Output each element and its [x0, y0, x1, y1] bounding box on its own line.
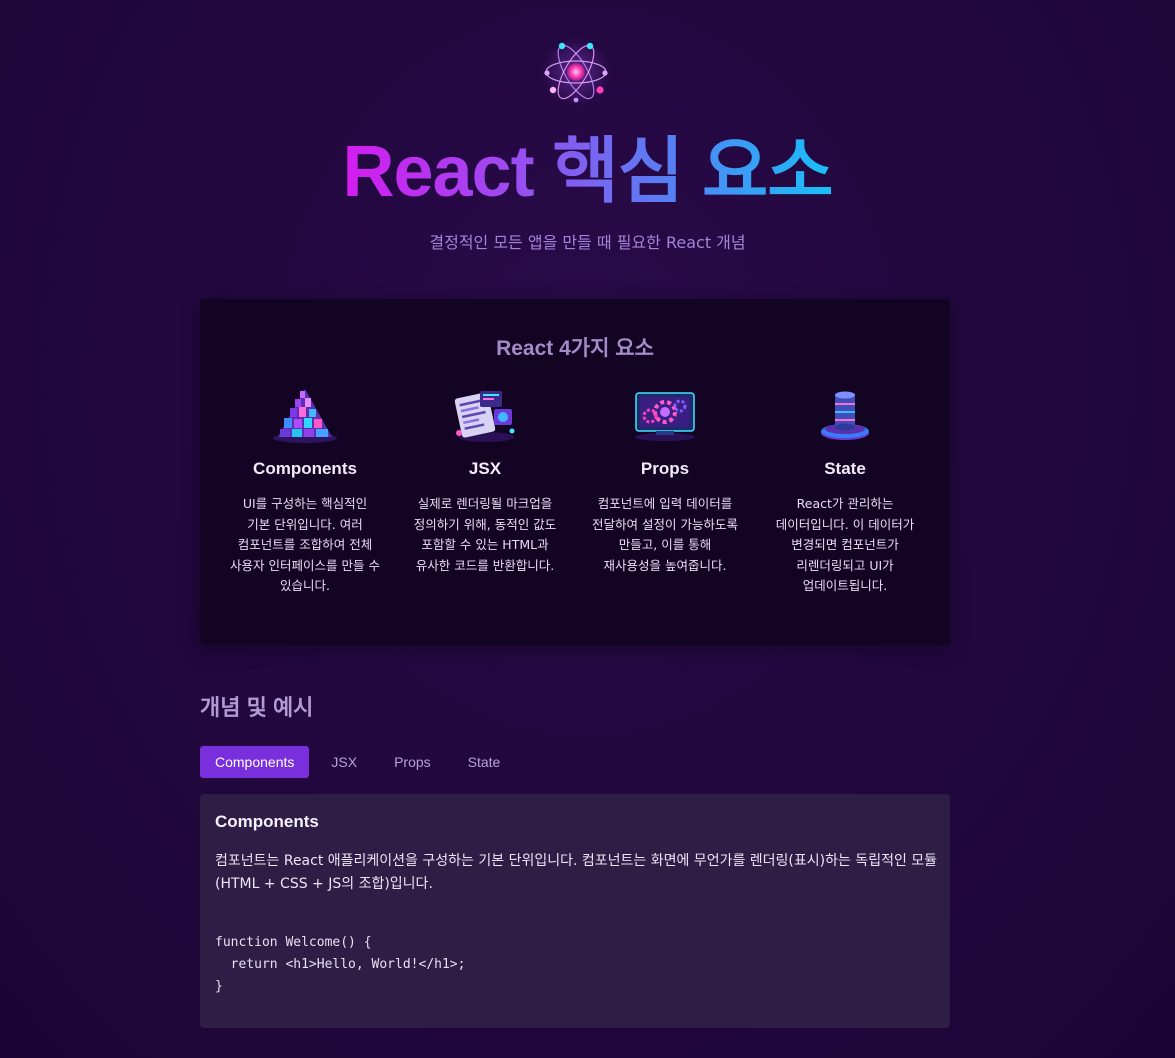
concept-desc: React가 관리하는 데이터입니다. 이 데이터가 변경되면 컴포넌트가 리렌…: [775, 496, 915, 593]
concept-name: JSX: [468, 459, 502, 478]
tab-jsx[interactable]: JSX: [316, 746, 372, 778]
overview-title: React 4가지 요소: [496, 337, 654, 360]
example-title: Components: [215, 812, 319, 831]
page-subtitle: 결정적인 모든 앱을 만들 때 필요한 React 개념: [429, 233, 746, 252]
examples-section-title: 개념 및 예시: [200, 695, 314, 720]
concept-jsx: JSX 실제로 렌더링될 마크업을 정의하기 위해, 동적인 값도 포함할 수 …: [410, 383, 560, 576]
concept-state: State React가 관리하는 데이터입니다. 이 데이터가 변경되면 컴포…: [770, 383, 920, 597]
concept-desc: UI를 구성하는 핵심적인 기본 단위입니다. 여러 컴포넌트를 조합하여 전체…: [230, 496, 380, 593]
code-block: function Welcome() { return <h1>Hello, W…: [215, 935, 466, 994]
example-content-panel: Components 컴포넌트는 React 애플리케이션을 구성하는 기본 단…: [200, 794, 950, 1028]
concept-name: State: [824, 459, 866, 478]
code-document-icon: [454, 391, 515, 442]
example-tabs: Components JSX Props State: [200, 746, 522, 778]
pyramid-blocks-icon: [273, 389, 337, 443]
concept-desc: 실제로 렌더링될 마크업을 정의하기 위해, 동적인 값도 포함할 수 있는 H…: [413, 496, 557, 573]
tab-components[interactable]: Components: [200, 746, 310, 778]
tab-state[interactable]: State: [453, 746, 516, 778]
concept-desc: 컴포넌트에 입력 데이터를 전달하여 설정이 가능하도록 만들고, 이를 통해 …: [592, 496, 738, 573]
concept-name: Props: [640, 459, 690, 478]
example-description: 컴포넌트는 React 애플리케이션을 구성하는 기본 단위입니다. 컴포넌트는…: [215, 853, 938, 892]
overview-panel: React 4가지 요소 Components UI를 구성하는 핵심적인 기본…: [200, 299, 950, 645]
concept-components: Components UI를 구성하는 핵심적인 기본 단위입니다. 여러 컴포…: [230, 383, 380, 597]
atom-icon: [542, 38, 610, 106]
tab-props[interactable]: Props: [379, 746, 446, 778]
page-title: React 핵심 요소: [342, 132, 833, 212]
concept-name: Components: [253, 459, 357, 478]
gears-monitor-icon: [635, 392, 695, 441]
concept-props: Props 컴포넌트에 입력 데이터를 전달하여 설정이 가능하도록 만들고, …: [590, 383, 740, 576]
database-icon: [821, 391, 869, 440]
